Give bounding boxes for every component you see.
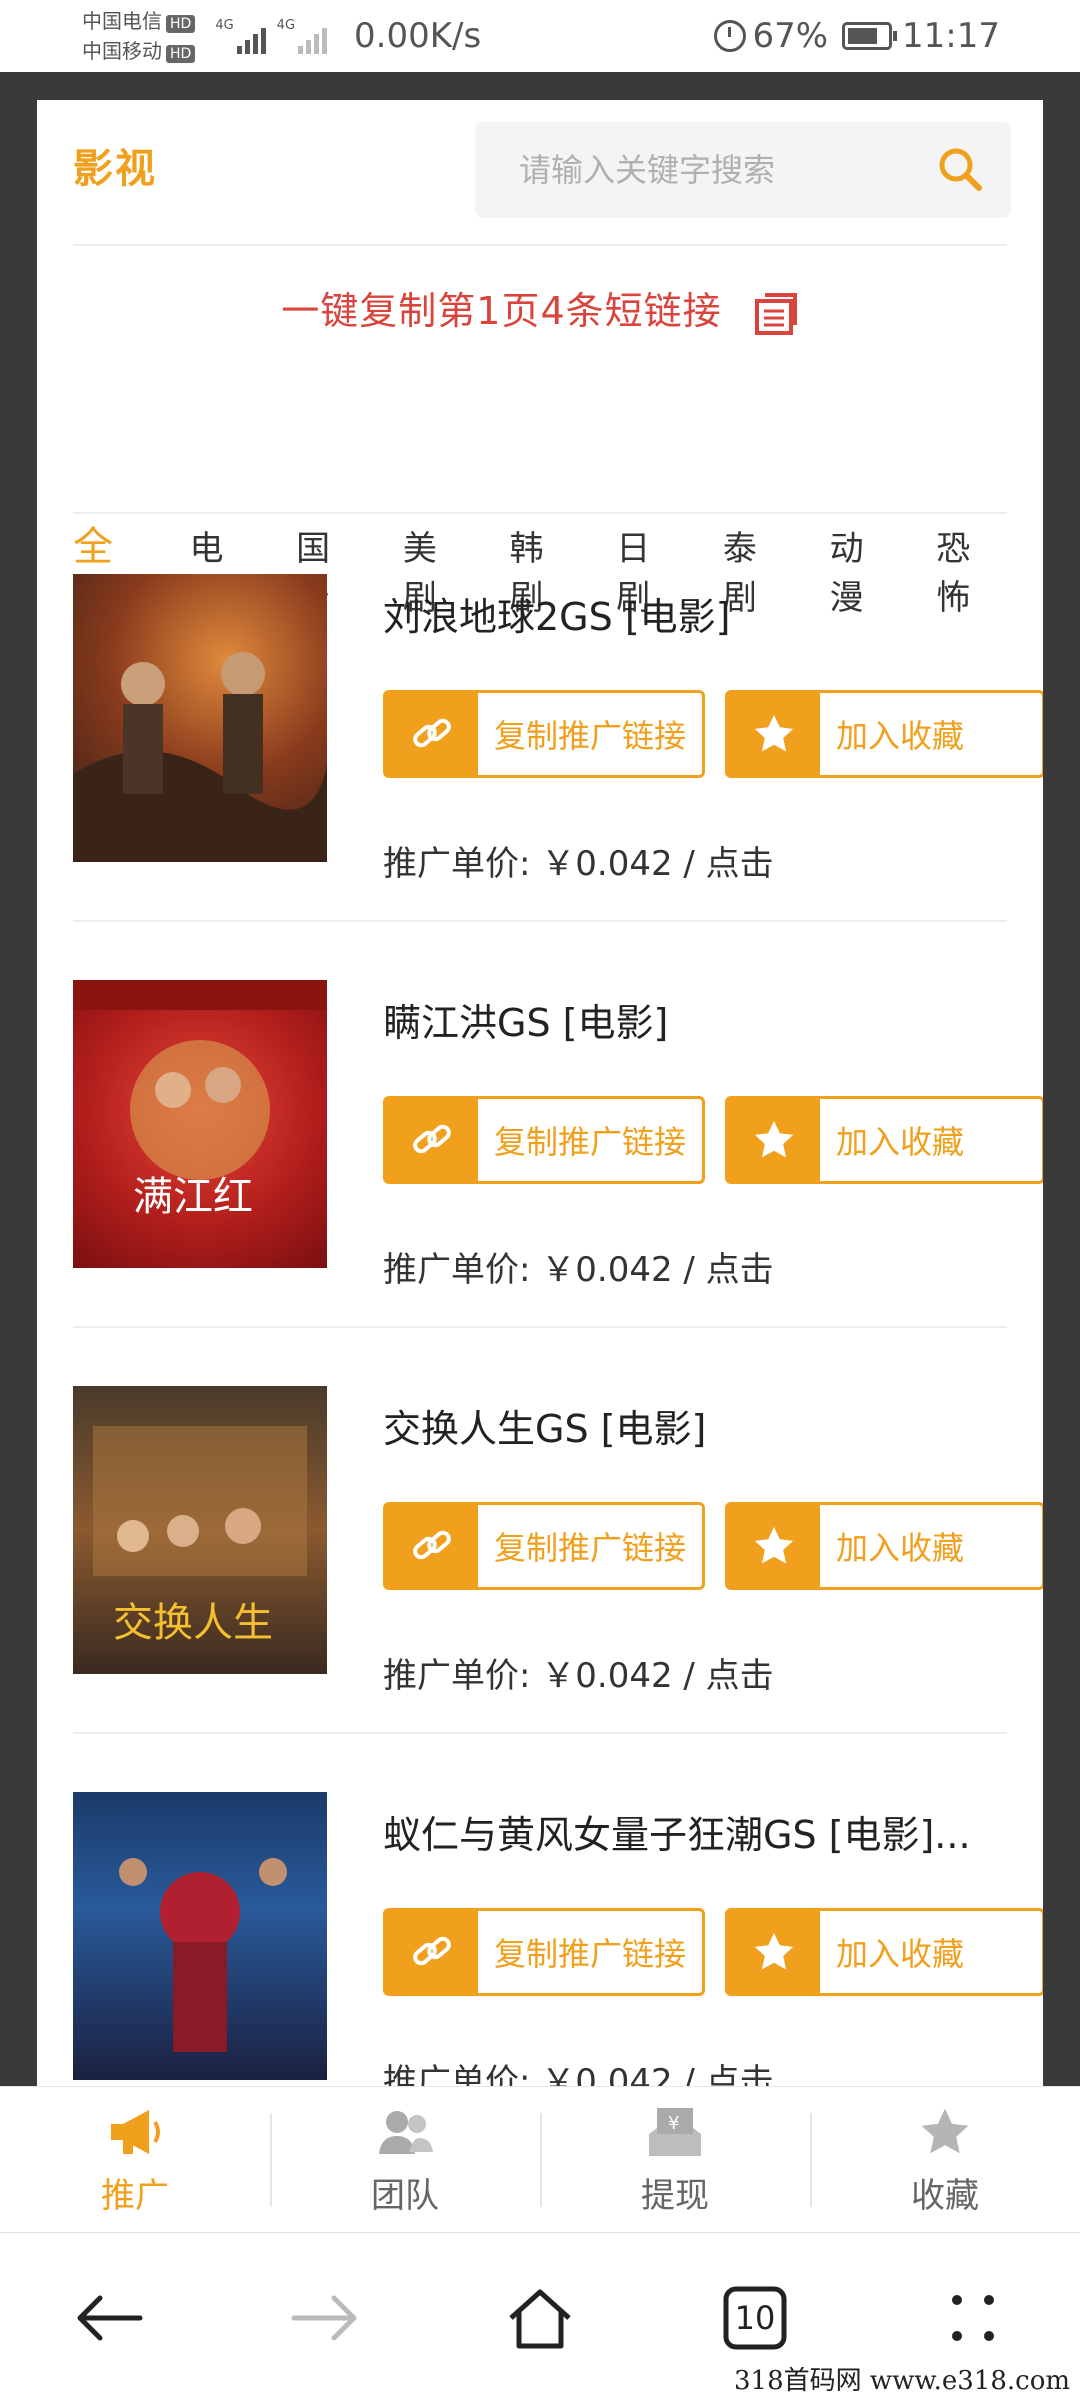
battery-percent: 67% [752,16,829,56]
svg-text:交换人生: 交换人生 [113,1600,273,1646]
item-title[interactable]: 蚁仁与黄风女量子狂潮GS [电影]... [383,1804,971,1859]
battery-icon [842,22,898,50]
forward-button[interactable] [280,2273,370,2363]
search-box[interactable] [475,122,1011,218]
copy-link-button[interactable]: 复制推广链接 [383,690,705,778]
tab-count: 10 [734,2299,776,2337]
tab-withdraw[interactable]: ¥ 提现 [540,2087,810,2233]
browser-nav-bar: 10 318首码网 www.e318.com [0,2232,1080,2401]
content-card: 影视 一键复制第1页4条短链接 全部 电影 国产 美剧 韩剧 日剧 泰剧 动漫 … [37,100,1043,2086]
movie-poster[interactable] [73,1792,327,2080]
svg-text:满江红: 满江红 [133,1174,253,1220]
search-input[interactable] [517,140,921,200]
list-item: 交换人生 交换人生GS [电影] 复制推广链接 加入收藏 推广单价: ￥0.04… [73,1326,1043,1732]
add-favorite-button[interactable]: 加入收藏 [725,690,1043,778]
add-favorite-button[interactable]: 加入收藏 [725,1096,1043,1184]
copy-link-button[interactable]: 复制推广链接 [383,1502,705,1590]
divider [73,244,1007,246]
item-title[interactable]: 刘浪地球2GS [电影] [383,586,730,641]
megaphone-icon [111,2109,160,2154]
carrier-1: 中国电信 [82,9,162,33]
link-icon [413,1530,451,1560]
arrow-left-icon [77,2295,143,2341]
copy-all-links-button[interactable]: 一键复制第1页4条短链接 [37,280,1043,337]
net-speed: 0.00K/s [354,16,482,56]
status-bar: 中国电信 HD 中国移动 HD 4G 4G 0.00K/s 67% 11:17 [0,0,1080,72]
brand-title: 影视 [73,146,157,192]
copy-icon [754,292,797,335]
watermark: 318首码网 www.e318.com [734,2366,1070,2396]
link-icon [413,1124,451,1154]
unit-price: 推广单价: ￥0.042 / 点击 [383,844,774,884]
star-icon [754,1120,794,1158]
team-icon [379,2110,433,2154]
tab-team[interactable]: 团队 [270,2087,540,2233]
tab-favorites[interactable]: 收藏 [810,2087,1080,2233]
carrier-info: 中国电信 HD 中国移动 HD [82,6,196,66]
search-icon[interactable] [935,144,985,194]
movie-poster[interactable]: 交换人生 [73,1386,327,1674]
dots-menu-icon [952,2295,994,2341]
bottom-tab-bar: 推广 团队 ¥ 提现 收藏 [0,2086,1080,2233]
svg-text:¥: ¥ [668,2113,679,2134]
copy-all-label: 一键复制第1页4条短链接 [281,289,722,333]
list-item: 刘浪地球2GS [电影] 复制推广链接 加入收藏 推广单价: ￥0.042 / … [73,514,1043,920]
item-title[interactable]: 瞒江洪GS [电影] [383,992,668,1047]
unit-price: 推广单价: ￥0.042 / 点击 [383,1656,774,1696]
star-icon [754,1932,794,1970]
star-icon [921,2108,969,2153]
copy-link-button[interactable]: 复制推广链接 [383,1908,705,1996]
item-title[interactable]: 交换人生GS [电影] [383,1398,706,1453]
add-favorite-button[interactable]: 加入收藏 [725,1502,1043,1590]
tab-promote[interactable]: 推广 [0,2087,270,2233]
back-button[interactable] [64,2273,154,2363]
unit-price: 推广单价: ￥0.042 / 点击 [383,1250,774,1290]
star-icon [754,1526,794,1564]
withdraw-icon: ¥ [649,2107,701,2156]
arrow-right-icon [291,2295,357,2341]
list-item: 蚁仁与黄风女量子狂潮GS [电影]... 复制推广链接 加入收藏 推广单价: ￥… [73,1732,1043,2086]
list-item: 满江红 瞒江洪GS [电影] 复制推广链接 加入收藏 推广单价: ￥0.042 … [73,920,1043,1326]
unit-price: 推广单价: ￥0.042 / 点击 [383,2062,774,2086]
movie-poster[interactable] [73,574,327,862]
tabs-button[interactable]: 10 [710,2273,800,2363]
home-icon [509,2289,571,2349]
star-icon [754,714,794,752]
carrier-2: 中国移动 [82,39,162,63]
add-favorite-button[interactable]: 加入收藏 [725,1908,1043,1996]
menu-button[interactable] [928,2273,1018,2363]
signal-icon: 4G 4G [215,18,330,54]
link-icon [413,1936,451,1966]
header: 影视 [37,100,1043,246]
clock: 11:17 [902,16,1000,56]
copy-link-button[interactable]: 复制推广链接 [383,1096,705,1184]
movie-poster[interactable]: 满江红 [73,980,327,1268]
alarm-icon [714,20,747,52]
home-button[interactable] [495,2273,585,2363]
link-icon [413,718,451,748]
